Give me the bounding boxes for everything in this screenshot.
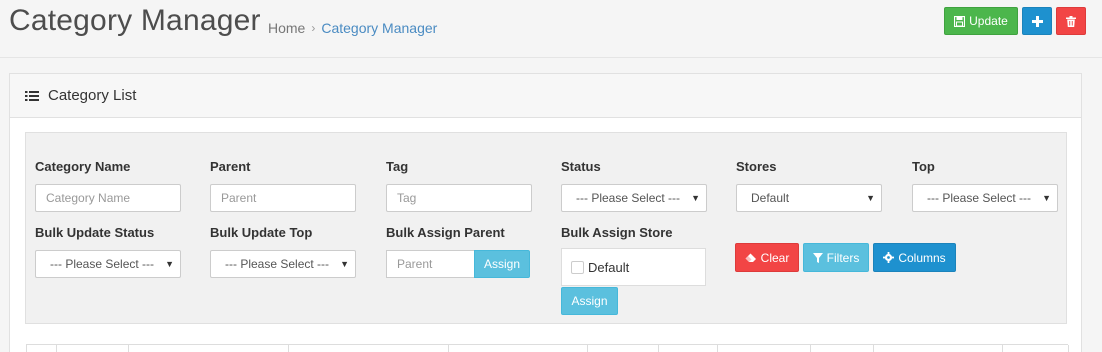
filter-bulk-update-status: Bulk Update Status --- Please Select ---… — [35, 224, 181, 278]
breadcrumb-current[interactable]: Category Manager — [321, 20, 437, 36]
clear-button[interactable]: Clear — [735, 243, 799, 272]
tag-label: Tag — [386, 159, 409, 174]
status-label: Status — [561, 159, 601, 174]
list-icon — [25, 90, 39, 101]
stores-label: Stores — [736, 159, 777, 174]
panel-heading: Category List — [10, 74, 1081, 118]
save-icon — [954, 15, 966, 27]
chevron-down-icon: ▼ — [691, 193, 700, 203]
update-button[interactable]: Update — [944, 7, 1018, 35]
bulk-assign-parent-button[interactable]: Assign — [474, 250, 530, 278]
breadcrumb-separator: › — [311, 21, 316, 35]
table-column — [718, 345, 811, 352]
filters-button-label: Filters — [826, 250, 860, 265]
filter-bulk-update-top: Bulk Update Top --- Please Select --- ▼ — [210, 224, 356, 278]
filter-icon — [812, 252, 823, 263]
trash-icon — [1066, 15, 1076, 27]
status-select-value: --- Please Select --- — [576, 191, 681, 205]
top-select-value: --- Please Select --- — [927, 191, 1032, 205]
status-select[interactable]: --- Please Select --- ▼ — [561, 184, 707, 212]
table-column — [1003, 345, 1069, 352]
parent-input[interactable]: Parent — [210, 184, 356, 212]
table-column — [129, 345, 289, 352]
category-name-label: Category Name — [35, 159, 131, 174]
table-column — [57, 345, 129, 352]
filter-parent: Parent Parent — [210, 158, 356, 212]
add-button[interactable] — [1022, 7, 1052, 35]
bulk-update-status-value: --- Please Select --- — [50, 257, 155, 271]
update-button-label: Update — [969, 14, 1008, 28]
page-header: Category Manager Home › Category Manager… — [0, 0, 1102, 58]
category-name-input[interactable]: Category Name — [35, 184, 181, 212]
store-checkbox-list: Default — [561, 248, 706, 286]
top-label: Top — [912, 159, 935, 174]
bulk-update-status-label: Bulk Update Status — [35, 225, 155, 240]
category-table — [26, 344, 1069, 352]
category-list-panel: Category List Category Name Category Nam… — [9, 73, 1082, 352]
default-store-checkbox[interactable] — [571, 260, 584, 274]
parent-label: Parent — [210, 159, 251, 174]
table-column — [449, 345, 588, 352]
table-column — [811, 345, 874, 352]
bulk-update-status-select[interactable]: --- Please Select --- ▼ — [35, 250, 181, 278]
filter-bulk-assign-store: Bulk Assign Store Default Assign — [561, 224, 707, 315]
filter-category-name: Category Name Category Name — [35, 158, 181, 212]
bulk-assign-parent-input[interactable]: Parent — [386, 250, 474, 278]
bulk-assign-store-label: Bulk Assign Store — [561, 225, 673, 240]
gear-icon — [883, 252, 895, 263]
filter-tag: Tag Tag — [386, 158, 532, 212]
chevron-down-icon: ▼ — [1042, 193, 1051, 203]
panel-title: Category List — [48, 87, 137, 104]
table-column — [27, 345, 57, 352]
columns-button[interactable]: Columns — [873, 243, 956, 272]
bulk-assign-parent-group: Parent Assign — [386, 250, 530, 278]
eraser-icon — [745, 253, 756, 262]
stores-select[interactable]: Default ▼ — [736, 184, 882, 212]
top-select[interactable]: --- Please Select --- ▼ — [912, 184, 1058, 212]
table-column — [874, 345, 1003, 352]
filters-button[interactable]: Filters — [803, 243, 869, 272]
chevron-down-icon: ▼ — [866, 193, 875, 203]
default-store-label: Default — [588, 259, 630, 275]
bulk-assign-parent-label: Bulk Assign Parent — [386, 225, 505, 240]
bulk-update-top-value: --- Please Select --- — [225, 257, 330, 271]
chevron-down-icon: ▼ — [340, 259, 349, 269]
filter-top: Top --- Please Select --- ▼ — [912, 158, 1058, 212]
bulk-assign-store-button[interactable]: Assign — [561, 287, 618, 315]
tag-input[interactable]: Tag — [386, 184, 532, 212]
table-column — [588, 345, 659, 352]
delete-button[interactable] — [1056, 7, 1086, 35]
bulk-update-top-select[interactable]: --- Please Select --- ▼ — [210, 250, 356, 278]
stores-select-value: Default — [751, 191, 790, 205]
filter-status: Status --- Please Select --- ▼ — [561, 158, 707, 212]
columns-button-label: Columns — [898, 250, 946, 265]
page-title: Category Manager — [9, 4, 261, 37]
chevron-down-icon: ▼ — [165, 259, 174, 269]
clear-button-label: Clear — [760, 250, 790, 265]
bulk-update-top-label: Bulk Update Top — [210, 225, 313, 240]
filter-bulk-assign-parent: Bulk Assign Parent Parent Assign — [386, 224, 532, 278]
plus-icon — [1031, 15, 1043, 27]
filter-well: Category Name Category Name Parent Paren… — [25, 132, 1067, 324]
table-column — [289, 345, 449, 352]
filter-actions: Clear Filters Columns — [735, 243, 956, 272]
breadcrumb-home[interactable]: Home — [268, 20, 305, 36]
filter-stores: Stores Default ▼ — [736, 158, 882, 212]
header-actions: Update — [944, 7, 1086, 35]
breadcrumb: Home › Category Manager — [268, 20, 437, 36]
table-column — [659, 345, 718, 352]
